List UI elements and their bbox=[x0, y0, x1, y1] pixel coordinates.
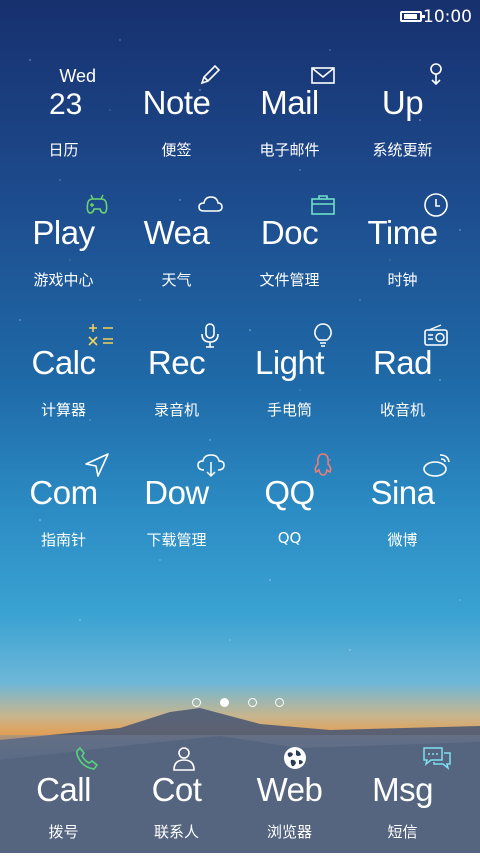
app-update[interactable]: Up 系统更新 bbox=[346, 62, 459, 182]
app-label: 录音机 bbox=[153, 401, 199, 419]
calendar-weekday: Wed bbox=[59, 66, 96, 86]
app-abbr: Sina bbox=[370, 474, 435, 511]
app-note[interactable]: Note 便签 bbox=[120, 62, 233, 182]
app-label: QQ bbox=[277, 529, 302, 547]
app-abbr: Calc bbox=[31, 344, 96, 381]
page-dot[interactable] bbox=[192, 698, 201, 707]
app-label: 日历 bbox=[48, 141, 79, 159]
message-icon bbox=[423, 747, 451, 770]
status-time: 10:00 bbox=[423, 7, 472, 27]
dock: Call 拨号 Cot 联系人 Web 浏览器 Msg 短信 bbox=[0, 735, 480, 853]
battery-icon bbox=[400, 11, 425, 22]
globe-icon bbox=[284, 747, 306, 769]
page-indicator bbox=[192, 698, 292, 710]
app-dialer[interactable]: Call 拨号 bbox=[7, 745, 120, 865]
app-abbr: Mail bbox=[260, 84, 319, 121]
app-abbr: Play bbox=[32, 214, 95, 251]
app-file-manager[interactable]: Doc 文件管理 bbox=[233, 192, 346, 312]
app-abbr: Wea bbox=[143, 214, 210, 251]
app-label: 计算器 bbox=[40, 401, 86, 419]
app-label: 联系人 bbox=[153, 823, 199, 841]
app-abbr: Call bbox=[36, 771, 91, 808]
app-flashlight[interactable]: Light 手电筒 bbox=[233, 322, 346, 442]
app-abbr: Cot bbox=[151, 771, 202, 808]
app-download-manager[interactable]: Dow 下载管理 bbox=[120, 452, 233, 572]
app-messages[interactable]: Msg 短信 bbox=[346, 745, 459, 865]
app-label: 微博 bbox=[387, 531, 418, 549]
app-contacts[interactable]: Cot 联系人 bbox=[120, 745, 233, 865]
app-abbr: Light bbox=[254, 344, 325, 381]
app-mail[interactable]: Mail 电子邮件 bbox=[233, 62, 346, 182]
status-bar: 10:00 bbox=[0, 0, 480, 34]
app-label: 便签 bbox=[161, 141, 192, 159]
phone-icon bbox=[76, 746, 99, 770]
app-abbr: Time bbox=[367, 214, 438, 251]
app-qq[interactable]: QQ QQ bbox=[233, 452, 346, 572]
app-label: 天气 bbox=[161, 271, 192, 289]
app-label: 短信 bbox=[387, 823, 418, 841]
app-label: 浏览器 bbox=[266, 823, 312, 841]
app-calendar[interactable]: Wed 23 日历 bbox=[7, 62, 120, 182]
app-abbr: Up bbox=[381, 84, 424, 121]
app-label: 收音机 bbox=[379, 401, 425, 419]
app-abbr: Web bbox=[256, 771, 323, 808]
page-dot[interactable] bbox=[248, 698, 257, 707]
app-game-center[interactable]: Play 游戏中心 bbox=[7, 192, 120, 312]
app-recorder[interactable]: Rec 录音机 bbox=[120, 322, 233, 442]
app-label: 游戏中心 bbox=[33, 271, 94, 289]
app-browser[interactable]: Web 浏览器 bbox=[233, 745, 346, 865]
app-label: 指南针 bbox=[40, 531, 86, 549]
app-compass[interactable]: Com 指南针 bbox=[7, 452, 120, 572]
app-abbr: Msg bbox=[372, 771, 433, 808]
app-radio[interactable]: Rad 收音机 bbox=[346, 322, 459, 442]
calendar-day: 23 bbox=[49, 88, 83, 121]
app-label: 下载管理 bbox=[146, 531, 207, 549]
app-abbr: Doc bbox=[260, 214, 319, 251]
app-label: 手电筒 bbox=[266, 401, 312, 419]
app-abbr: Note bbox=[142, 84, 211, 121]
app-clock[interactable]: Time 时钟 bbox=[346, 192, 459, 312]
app-abbr: Dow bbox=[144, 474, 209, 511]
app-label: 拨号 bbox=[48, 823, 79, 841]
app-label: 时钟 bbox=[387, 271, 418, 289]
app-abbr: Rec bbox=[147, 344, 206, 381]
app-label: 电子邮件 bbox=[259, 141, 320, 159]
contact-icon bbox=[173, 747, 195, 771]
page-dot-active[interactable] bbox=[220, 698, 229, 707]
app-abbr: QQ bbox=[264, 474, 315, 511]
app-weibo[interactable]: Sina 微博 bbox=[346, 452, 459, 572]
app-abbr: Rad bbox=[372, 344, 433, 381]
app-weather[interactable]: Wea 天气 bbox=[120, 192, 233, 312]
page-dot[interactable] bbox=[275, 698, 284, 707]
app-label: 系统更新 bbox=[372, 141, 433, 159]
app-label: 文件管理 bbox=[259, 271, 320, 289]
app-abbr: Com bbox=[29, 474, 98, 511]
app-calculator[interactable]: Calc 计算器 bbox=[7, 322, 120, 442]
